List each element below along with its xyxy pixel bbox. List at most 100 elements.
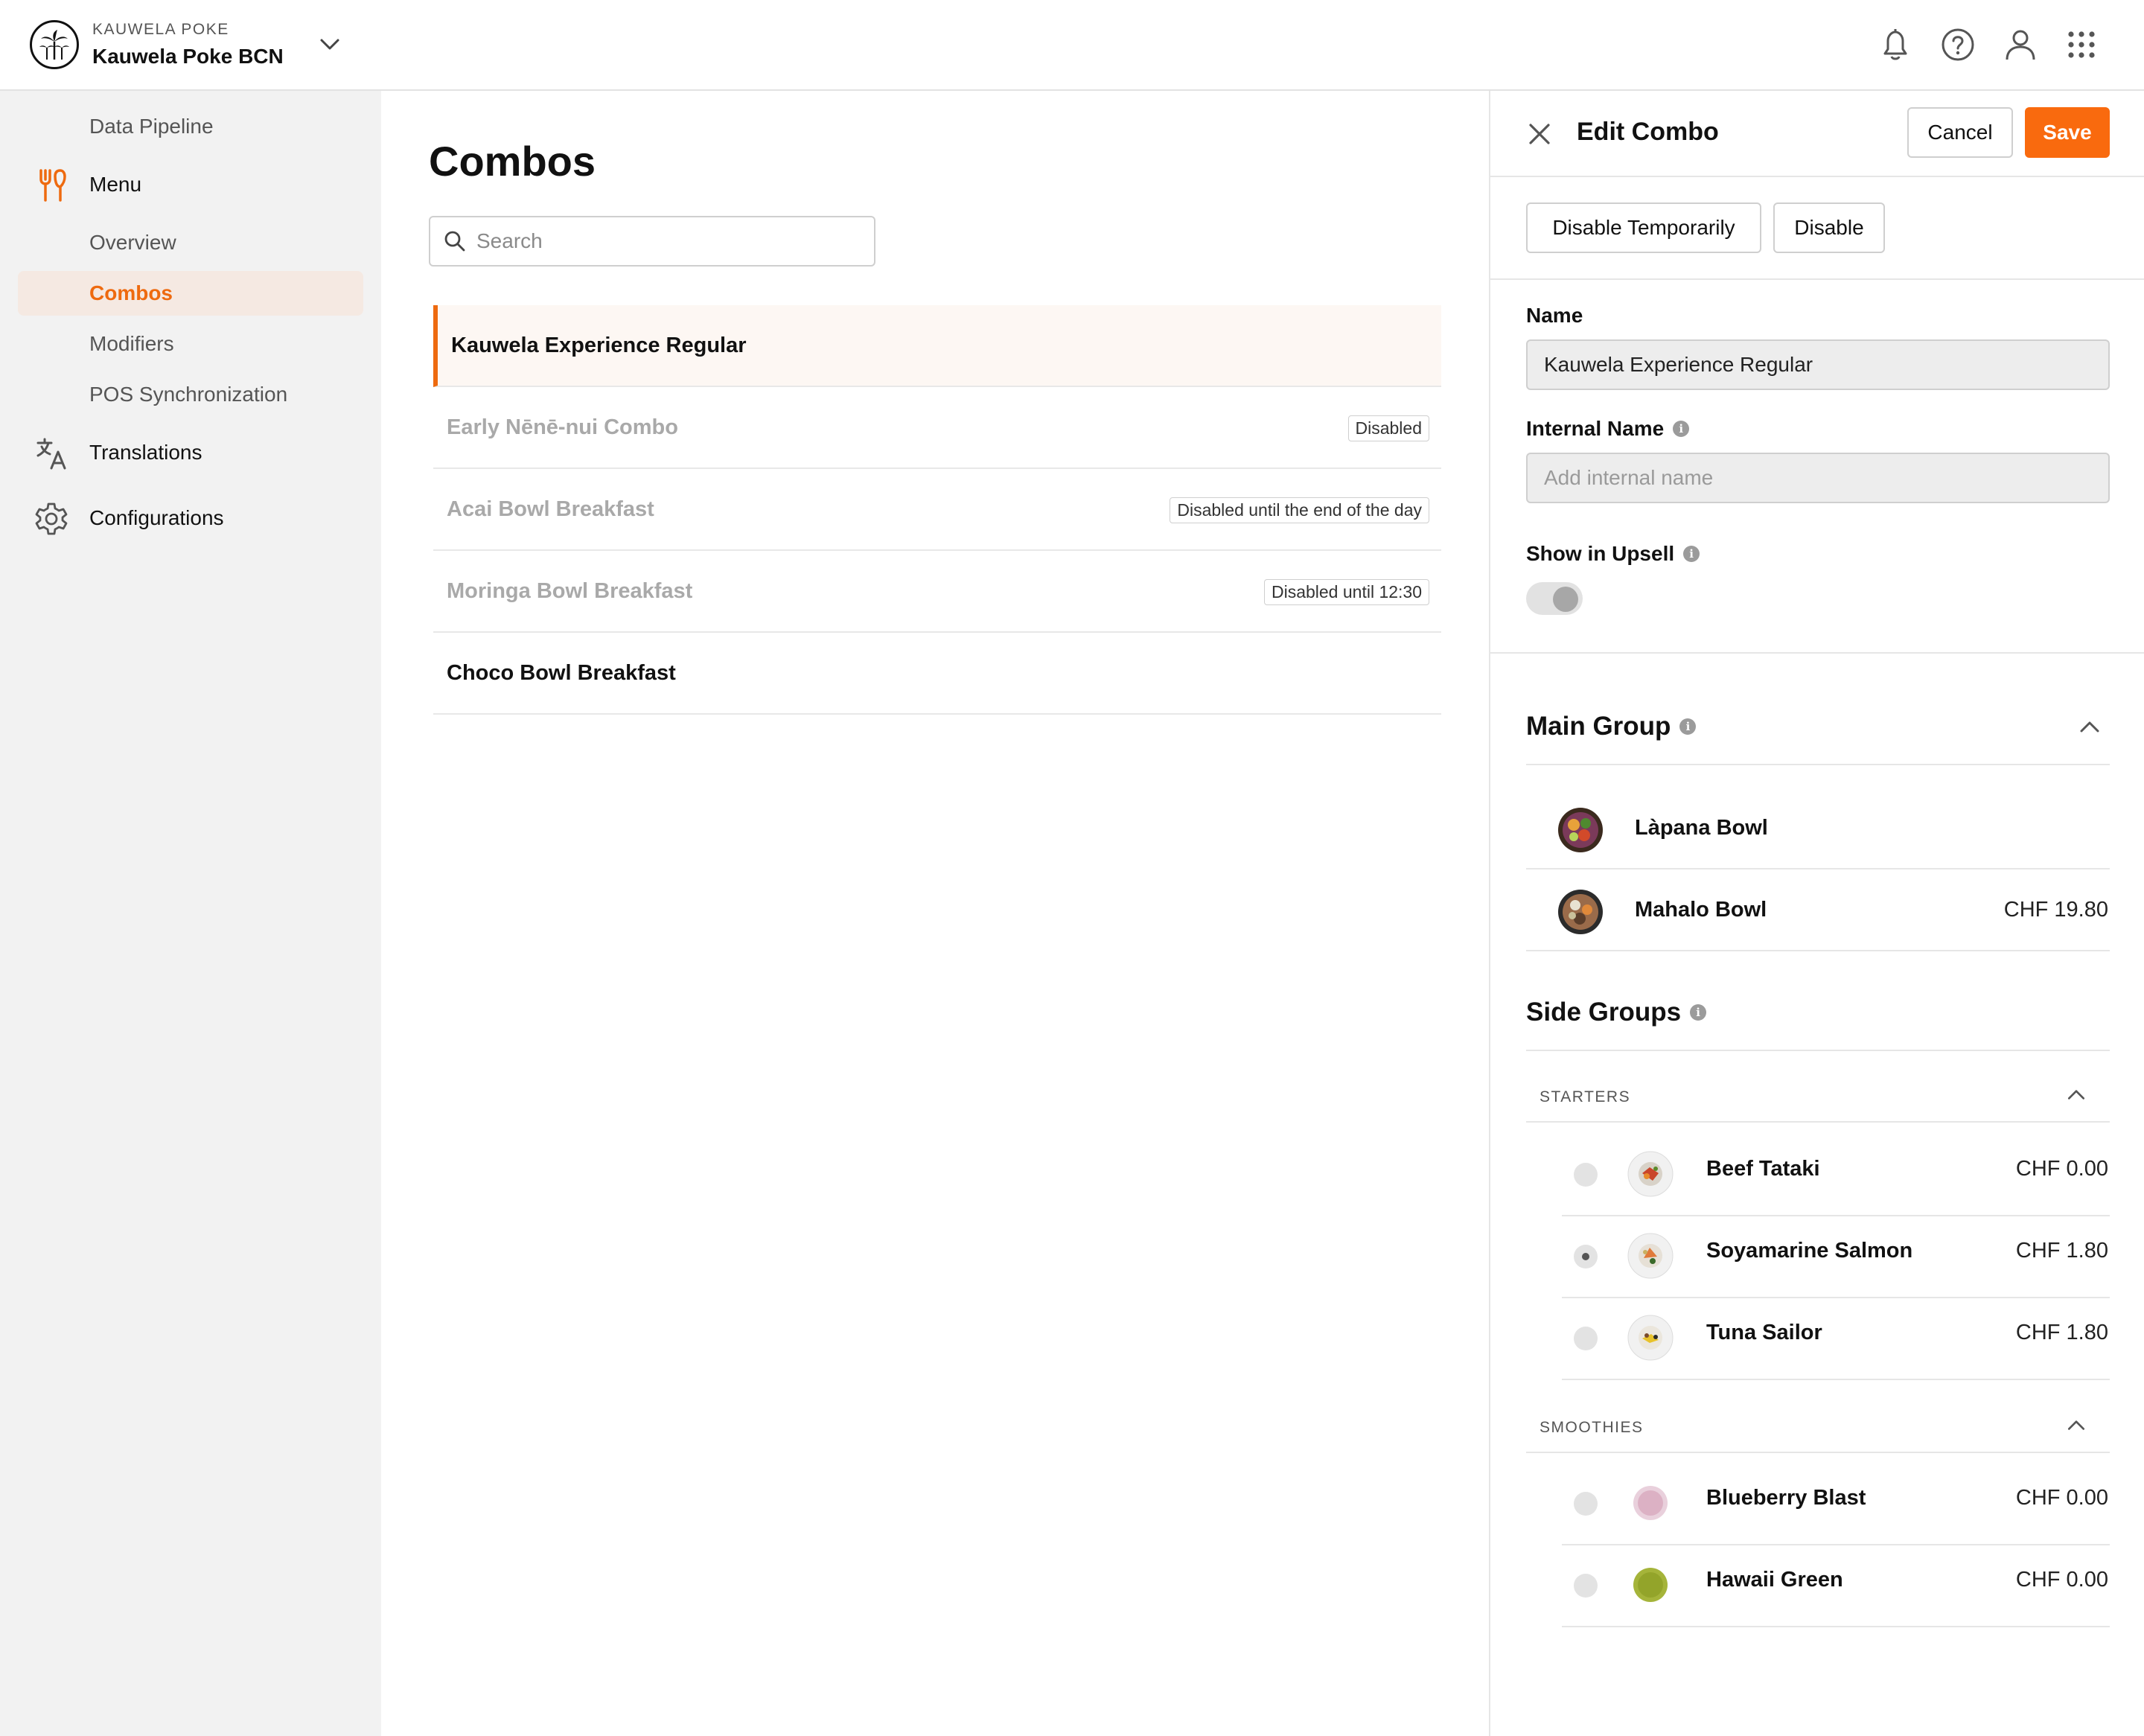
side-item-price: CHF 0.00 bbox=[2015, 1568, 2108, 1592]
sidebar-item-label: Overview bbox=[89, 231, 176, 254]
divider bbox=[1526, 1050, 2110, 1051]
help-icon[interactable] bbox=[1939, 25, 1977, 64]
internal-name-label: Internal Name i bbox=[1526, 417, 1690, 441]
side-item-price: CHF 0.00 bbox=[2015, 1486, 2108, 1510]
cancel-button[interactable]: Cancel bbox=[1907, 107, 2013, 158]
beef-tataki-image bbox=[1627, 1151, 1674, 1197]
divider bbox=[1526, 764, 2110, 765]
sidebar-item-menu[interactable]: Menu bbox=[18, 162, 363, 207]
brand-switcher[interactable]: KAUWELA POKE Kauwela Poke BCN bbox=[92, 21, 284, 68]
sidebar-item-translations[interactable]: Translations bbox=[18, 430, 363, 475]
divider bbox=[1526, 868, 2110, 869]
location-name: Kauwela Poke BCN bbox=[92, 45, 284, 68]
palm-tree-logo-icon[interactable] bbox=[30, 20, 79, 69]
disable-temporarily-button[interactable]: Disable Temporarily bbox=[1526, 202, 1761, 253]
divider bbox=[1562, 1215, 2110, 1216]
panel-title: Edit Combo bbox=[1577, 118, 1719, 146]
side-item-name: Hawaii Green bbox=[1706, 1568, 1843, 1592]
company-name: KAUWELA POKE bbox=[92, 21, 229, 38]
edit-combo-panel: Edit Combo Cancel Save Disable Temporari… bbox=[1489, 91, 2144, 1736]
soyamarine-salmon-image bbox=[1627, 1233, 1674, 1279]
main-item-name: Mahalo Bowl bbox=[1635, 898, 1767, 922]
lapana-bowl-image bbox=[1557, 807, 1604, 853]
page-title: Combos bbox=[429, 138, 596, 185]
sidebar-item-label: Configurations bbox=[89, 506, 224, 529]
combo-row[interactable]: Choco Bowl Breakfast bbox=[433, 633, 1441, 715]
top-bar: KAUWELA POKE Kauwela Poke BCN bbox=[0, 0, 2144, 91]
radio-hawaii-green[interactable] bbox=[1574, 1574, 1598, 1598]
sidebar-item-label: Modifiers bbox=[89, 332, 174, 355]
fork-knife-icon bbox=[34, 168, 68, 202]
divider bbox=[1526, 1452, 2110, 1453]
sidebar-item-label: Data Pipeline bbox=[89, 115, 214, 138]
name-label: Name bbox=[1526, 304, 1583, 328]
combo-row[interactable]: Moringa Bowl Breakfast Disabled until 12… bbox=[433, 551, 1441, 633]
divider bbox=[1562, 1297, 2110, 1298]
internal-name-label-text: Internal Name bbox=[1526, 417, 1665, 440]
translate-icon bbox=[34, 436, 68, 470]
combo-list: Kauwela Experience Regular Early Nēnē-nu… bbox=[433, 305, 1441, 715]
tuna-sailor-image bbox=[1627, 1315, 1674, 1361]
info-icon[interactable]: i bbox=[1673, 421, 1690, 437]
radio-beef-tataki[interactable] bbox=[1574, 1163, 1598, 1187]
chevron-down-icon[interactable] bbox=[319, 36, 341, 54]
sidebar-item-combos[interactable]: Combos bbox=[18, 271, 363, 316]
info-icon[interactable]: i bbox=[1679, 718, 1697, 735]
radio-blueberry-blast[interactable] bbox=[1574, 1492, 1598, 1516]
user-icon[interactable] bbox=[2001, 25, 2040, 64]
sidebar-item-modifiers[interactable]: Modifiers bbox=[18, 322, 363, 366]
search-input[interactable] bbox=[476, 229, 864, 253]
sidebar-item-pos-synchronization[interactable]: POS Synchronization bbox=[18, 372, 363, 417]
sidebar-item-label: Translations bbox=[89, 441, 202, 464]
side-item-price: CHF 1.80 bbox=[2015, 1321, 2108, 1344]
name-label-text: Name bbox=[1526, 304, 1583, 327]
divider bbox=[1562, 1379, 2110, 1380]
close-icon[interactable] bbox=[1525, 119, 1554, 149]
mahalo-bowl-image bbox=[1557, 889, 1604, 935]
radio-tuna-sailor[interactable] bbox=[1574, 1327, 1598, 1350]
internal-name-input[interactable] bbox=[1544, 466, 2095, 490]
radio-soyamarine-salmon[interactable] bbox=[1574, 1245, 1598, 1269]
apps-grid-icon[interactable] bbox=[2062, 25, 2101, 64]
info-icon[interactable]: i bbox=[1690, 1004, 1707, 1021]
main-group-title: Main Group i bbox=[1526, 712, 1697, 741]
sidebar-item-configurations[interactable]: Configurations bbox=[18, 496, 363, 540]
bell-icon[interactable] bbox=[1876, 25, 1915, 64]
combo-row[interactable]: Kauwela Experience Regular bbox=[433, 305, 1441, 387]
name-input[interactable] bbox=[1544, 353, 2095, 377]
search-field[interactable] bbox=[429, 216, 875, 267]
side-item-name: Blueberry Blast bbox=[1706, 1486, 1866, 1510]
chevron-up-icon[interactable] bbox=[2065, 1414, 2087, 1437]
save-button[interactable]: Save bbox=[2025, 107, 2110, 158]
status-badge: Disabled until 12:30 bbox=[1263, 579, 1429, 605]
side-item-price: CHF 1.80 bbox=[2015, 1239, 2108, 1263]
combo-row[interactable]: Acai Bowl Breakfast Disabled until the e… bbox=[433, 469, 1441, 551]
side-item-name: Beef Tataki bbox=[1706, 1157, 1820, 1181]
combo-name: Acai Bowl Breakfast bbox=[447, 497, 654, 521]
sidebar-item-label: POS Synchronization bbox=[89, 383, 288, 406]
combos-page: Combos Kauwela Experience Regular Early … bbox=[381, 91, 1489, 1736]
combo-row[interactable]: Early Nēnē-nui Combo Disabled bbox=[433, 387, 1441, 469]
divider bbox=[1562, 1544, 2110, 1545]
status-badge: Disabled until the end of the day bbox=[1170, 497, 1429, 523]
info-icon[interactable]: i bbox=[1683, 546, 1700, 562]
side-groups-title-text: Side Groups bbox=[1526, 998, 1682, 1027]
hawaii-green-image bbox=[1627, 1562, 1674, 1608]
internal-name-field[interactable] bbox=[1526, 453, 2110, 503]
divider bbox=[1526, 1121, 2110, 1123]
upsell-toggle[interactable] bbox=[1526, 582, 1583, 615]
main-item-name: Làpana Bowl bbox=[1635, 816, 1768, 840]
chevron-up-icon[interactable] bbox=[2077, 715, 2102, 740]
name-field[interactable] bbox=[1526, 339, 2110, 390]
upsell-label: Show in Upsell i bbox=[1526, 542, 1700, 566]
toggle-knob bbox=[1553, 587, 1578, 612]
search-icon bbox=[444, 231, 465, 252]
side-item-name: Tuna Sailor bbox=[1706, 1321, 1822, 1344]
chevron-up-icon[interactable] bbox=[2065, 1084, 2087, 1106]
blueberry-blast-image bbox=[1627, 1480, 1674, 1526]
main-group-title-text: Main Group bbox=[1526, 712, 1671, 741]
sidebar-item-overview[interactable]: Overview bbox=[18, 220, 363, 265]
sidebar-item-data-pipeline[interactable]: Data Pipeline bbox=[18, 104, 363, 149]
divider bbox=[1490, 652, 2144, 654]
disable-button[interactable]: Disable bbox=[1773, 202, 1885, 253]
